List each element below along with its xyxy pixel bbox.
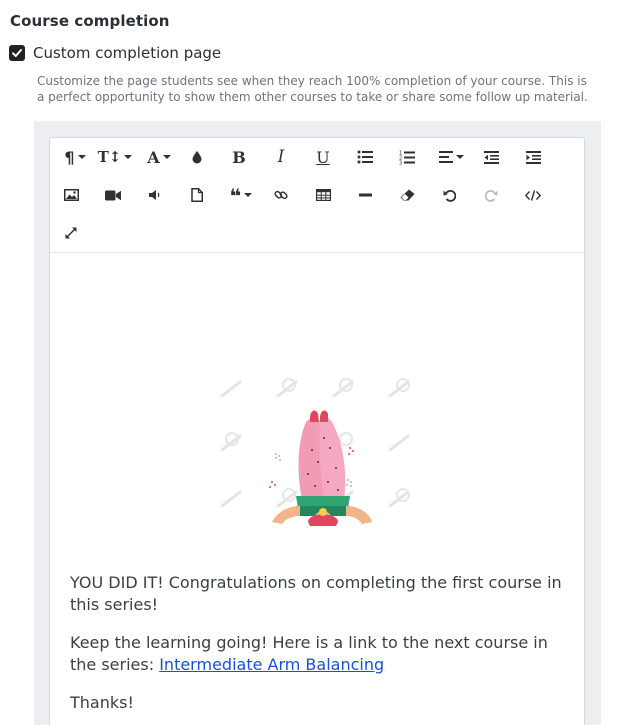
link-icon bbox=[274, 190, 288, 200]
insert-image-button[interactable] bbox=[60, 180, 82, 210]
outdent-button[interactable] bbox=[480, 142, 502, 172]
bullet-list-icon bbox=[357, 150, 373, 164]
code-view-button[interactable] bbox=[522, 180, 544, 210]
italic-button[interactable]: I bbox=[270, 142, 292, 172]
section-title: Course completion bbox=[10, 12, 170, 30]
font-size-icon: T↕ bbox=[97, 148, 122, 166]
fullscreen-icon bbox=[65, 227, 77, 239]
text-color-icon: A bbox=[147, 147, 160, 167]
background-color-button[interactable] bbox=[186, 142, 208, 172]
underline-button[interactable]: U bbox=[312, 142, 334, 172]
horizontal-line-icon bbox=[358, 193, 372, 197]
yoga-illustration bbox=[220, 378, 410, 556]
redo-icon bbox=[484, 189, 497, 202]
paragraph-thanks: Thanks! bbox=[70, 693, 134, 712]
quote-button[interactable]: ❝ bbox=[224, 180, 258, 210]
indent-icon bbox=[525, 150, 541, 164]
insert-audio-button[interactable] bbox=[144, 180, 166, 210]
insert-image-icon bbox=[63, 189, 79, 201]
outdent-icon bbox=[483, 150, 499, 164]
paragraph-format-icon: ¶ bbox=[64, 147, 75, 167]
custom-completion-checkbox[interactable] bbox=[9, 45, 25, 61]
insert-video-button[interactable] bbox=[102, 180, 124, 210]
bold-button[interactable]: B bbox=[228, 142, 250, 172]
link-button[interactable] bbox=[270, 180, 292, 210]
svg-text:3: 3 bbox=[399, 160, 402, 165]
clear-format-icon bbox=[400, 189, 414, 201]
next-course-link[interactable]: Intermediate Arm Balancing bbox=[159, 655, 384, 674]
align-icon bbox=[438, 151, 453, 163]
background-color-icon bbox=[192, 151, 202, 164]
paragraph-next-course: Keep the learning going! Here is a link … bbox=[70, 632, 570, 676]
insert-audio-icon bbox=[149, 190, 160, 200]
custom-completion-option[interactable]: Custom completion page bbox=[9, 44, 221, 62]
help-text: Customize the page students see when the… bbox=[37, 74, 588, 104]
quote-icon: ❝ bbox=[229, 184, 242, 208]
underline-icon: U bbox=[316, 147, 330, 167]
rich-text-editor[interactable]: ¶ T↕ A B I U 1 2 3 ❝ YOU DID IT! Congrat… bbox=[49, 137, 585, 725]
insert-file-icon bbox=[191, 188, 203, 202]
horizontal-line-button[interactable] bbox=[354, 180, 376, 210]
numbered-list-button[interactable]: 1 2 3 bbox=[396, 142, 418, 172]
indent-button[interactable] bbox=[522, 142, 544, 172]
undo-button[interactable] bbox=[438, 180, 460, 210]
text-color-button[interactable]: A bbox=[142, 142, 176, 172]
italic-icon: I bbox=[277, 147, 285, 167]
editor-toolbar: ¶ T↕ A B I U 1 2 3 ❝ bbox=[50, 138, 584, 253]
align-button[interactable] bbox=[434, 142, 468, 172]
custom-completion-label[interactable]: Custom completion page bbox=[33, 44, 221, 62]
paragraph-format-button[interactable]: ¶ bbox=[58, 142, 92, 172]
code-view-icon bbox=[525, 189, 541, 201]
content-image bbox=[220, 310, 420, 556]
checkmark-icon bbox=[12, 49, 22, 57]
numbered-list-icon: 1 2 3 bbox=[399, 150, 415, 165]
font-size-button[interactable]: T↕ bbox=[97, 142, 133, 172]
table-icon bbox=[315, 189, 331, 201]
fullscreen-button[interactable] bbox=[60, 218, 82, 248]
bullet-list-button[interactable] bbox=[354, 142, 376, 172]
paragraph-congratulations: YOU DID IT! Congratulations on completin… bbox=[70, 573, 562, 614]
bold-icon: B bbox=[232, 147, 246, 167]
table-button[interactable] bbox=[312, 180, 334, 210]
clear-format-button[interactable] bbox=[396, 180, 418, 210]
insert-file-button[interactable] bbox=[186, 180, 208, 210]
insert-video-icon bbox=[105, 190, 121, 200]
redo-button[interactable] bbox=[480, 180, 502, 210]
undo-icon bbox=[443, 189, 456, 202]
